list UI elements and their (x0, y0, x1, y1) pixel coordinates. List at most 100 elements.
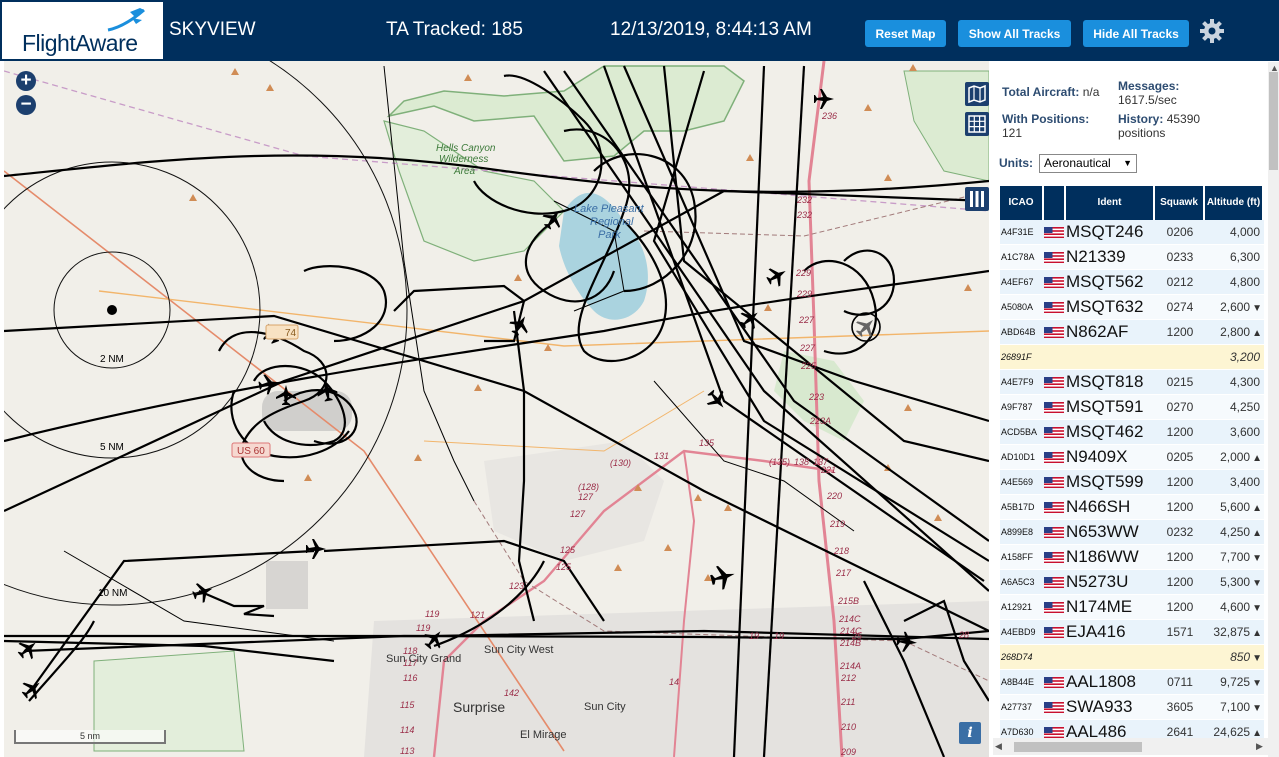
table-row[interactable]: A4E7F9 MSQT818 0215 4,300 (1000, 370, 1264, 395)
grid-toggle-button[interactable] (965, 112, 989, 136)
cell-altitude: 2,800 ▲ (1205, 325, 1264, 339)
us-flag-icon (1044, 526, 1064, 538)
cell-altitude: 6,300 (1205, 250, 1264, 264)
cell-altitude: 5,300 ▼ (1205, 575, 1264, 589)
table-row[interactable]: A9F787 MSQT591 0270 4,250 (1000, 395, 1264, 420)
road-number: 137 (813, 457, 829, 467)
road-number: 142 (504, 688, 519, 698)
road-number: 116 (403, 673, 417, 683)
cell-flag (1044, 551, 1066, 563)
label-sun-city: Sun City (584, 701, 626, 713)
cell-squawk: 0270 (1166, 400, 1194, 414)
cell-icao: AD10D1 (1001, 452, 1036, 462)
reset-map-button[interactable]: Reset Map (865, 20, 946, 47)
range-ring-5nm (4, 161, 261, 459)
positions-label: With Positions: (1002, 112, 1090, 126)
road-number: 223A (809, 416, 831, 426)
table-row[interactable]: A4EBD9 EJA416 1571 32,875 ▲ (1000, 620, 1264, 645)
cell-altitude: 7,700 ▼ (1205, 550, 1264, 564)
units-select[interactable]: Aeronautical ▼ (1039, 154, 1137, 173)
label-surprise: Surprise (453, 699, 505, 715)
table-row[interactable]: A899E8 N653WW 0232 4,250 ▲ (1000, 520, 1264, 545)
road-number: 119 (416, 623, 430, 633)
table-row[interactable]: A8B44E AAL1808 0711 9,725 ▼ (1000, 670, 1264, 695)
info-icon[interactable]: i (959, 722, 981, 744)
cell-squawk: 1200 (1166, 600, 1194, 614)
map-layer-button[interactable] (965, 82, 989, 106)
road-number: 14 (669, 677, 679, 687)
label-area: Area (453, 166, 476, 177)
altitude-value: 7,100 (1220, 700, 1251, 714)
table-row[interactable]: A158FF N186WW 1200 7,700 ▼ (1000, 545, 1264, 570)
gear-icon[interactable] (1199, 18, 1225, 44)
road-number: 19 (774, 631, 784, 641)
road-number: 28 (958, 630, 969, 640)
scroll-left-icon[interactable]: ◀ (995, 741, 1002, 752)
table-row[interactable]: A4F31E MSQT246 0206 4,000 (1000, 220, 1264, 245)
road-number: 121 (470, 610, 485, 620)
hide-all-tracks-button[interactable]: Hide All Tracks (1083, 20, 1189, 47)
col-ident[interactable]: Ident (1066, 186, 1155, 220)
cell-ident: N862AF (1066, 322, 1129, 341)
show-all-tracks-button[interactable]: Show All Tracks (958, 20, 1071, 47)
label-sun-city-grand: Sun City Grand (386, 653, 461, 665)
table-row[interactable]: A12921 N174ME 1200 4,600 ▼ (1000, 595, 1264, 620)
road-number: 212 (840, 673, 856, 683)
cell-ident: N466SH (1066, 497, 1131, 516)
table-row[interactable]: A5B17D N466SH 1200 5,600 ▲ (1000, 495, 1264, 520)
messages-value: 1617.5/sec (1118, 93, 1177, 107)
altitude-value: 3,200 (1229, 350, 1260, 364)
zoom-out-button[interactable]: − (16, 95, 36, 115)
messages-label: Messages: (1118, 79, 1180, 93)
col-altitude[interactable]: Altitude (ft) (1205, 186, 1264, 220)
road-number: 125 (560, 545, 576, 555)
road-number: 19 (749, 631, 759, 641)
plane-icon (739, 312, 758, 330)
cell-ident: MSQT591 (1066, 397, 1144, 416)
scroll-right-icon[interactable]: ▶ (1256, 741, 1263, 752)
us-flag-icon (1044, 276, 1064, 288)
us-flag-icon (1044, 226, 1064, 238)
label-range-5nm: 5 NM (100, 442, 124, 453)
flightaware-logo[interactable]: FlightAware (2, 2, 163, 59)
table-row[interactable]: A1C78A N21339 0233 6,300 (1000, 245, 1264, 270)
cell-ident: EJA416 (1066, 622, 1126, 641)
cell-altitude: 9,725 ▼ (1205, 675, 1264, 689)
altitude-value: 2,000 (1220, 450, 1251, 464)
cell-icao: A5B17D (1001, 502, 1035, 512)
history-value: 45390 (1166, 112, 1201, 126)
horizontal-scroll-thumb[interactable] (1014, 742, 1142, 752)
us-flag-icon (1044, 251, 1064, 263)
altitude-value: 3,600 (1229, 425, 1260, 439)
map-view[interactable]: 236 232 232 229 229 227 227 225 223 223A… (4, 61, 989, 757)
table-row[interactable]: A5080A MSQT632 0274 2,600 ▼ (1000, 295, 1264, 320)
plane-icon (710, 565, 735, 590)
col-squawk[interactable]: Squawk (1155, 186, 1205, 220)
table-row[interactable]: A4E569 MSQT599 1200 3,400 (1000, 470, 1264, 495)
zoom-in-button[interactable]: + (16, 71, 36, 91)
table-row[interactable]: A6A5C3 N5273U 1200 5,300 ▼ (1000, 570, 1264, 595)
columns-toggle-button[interactable] (965, 187, 989, 211)
altitude-value: 5,300 (1220, 575, 1251, 589)
history-label: History: (1118, 112, 1164, 126)
scroll-up-icon[interactable]: ▲ (1270, 63, 1279, 73)
total-aircraft: Total Aircraft: n/a (1002, 85, 1099, 99)
cell-altitude: 4,250 ▲ (1205, 525, 1264, 539)
table-row[interactable]: 268D74 850 ▼ (1000, 645, 1264, 670)
cell-ident: N653WW (1066, 522, 1139, 541)
altitude-value: 2,600 (1220, 300, 1251, 314)
col-icao[interactable]: ICAO (1000, 186, 1044, 220)
table-row[interactable]: A4EF67 MSQT562 0212 4,800 (1000, 270, 1264, 295)
cell-icao: A8B44E (1001, 677, 1035, 687)
altitude-trend: ▲ (1252, 628, 1262, 639)
table-row[interactable]: ACD5BA MSQT462 1200 3,600 (1000, 420, 1264, 445)
vertical-scroll-thumb[interactable] (1269, 72, 1278, 170)
table-row[interactable]: ABD64B N862AF 1200 2,800 ▲ (1000, 320, 1264, 345)
altitude-trend: ▼ (1252, 603, 1262, 614)
table-row[interactable]: AD10D1 N9409X 0205 2,000 ▲ (1000, 445, 1264, 470)
table-row[interactable]: A27737 SWA933 3605 7,100 ▼ (1000, 695, 1264, 720)
table-row[interactable]: 26891F 3,200 (1000, 345, 1264, 370)
cell-squawk: 1200 (1166, 575, 1194, 589)
road-number: 236 (821, 111, 837, 121)
altitude-trend: ▲ (1252, 453, 1262, 464)
